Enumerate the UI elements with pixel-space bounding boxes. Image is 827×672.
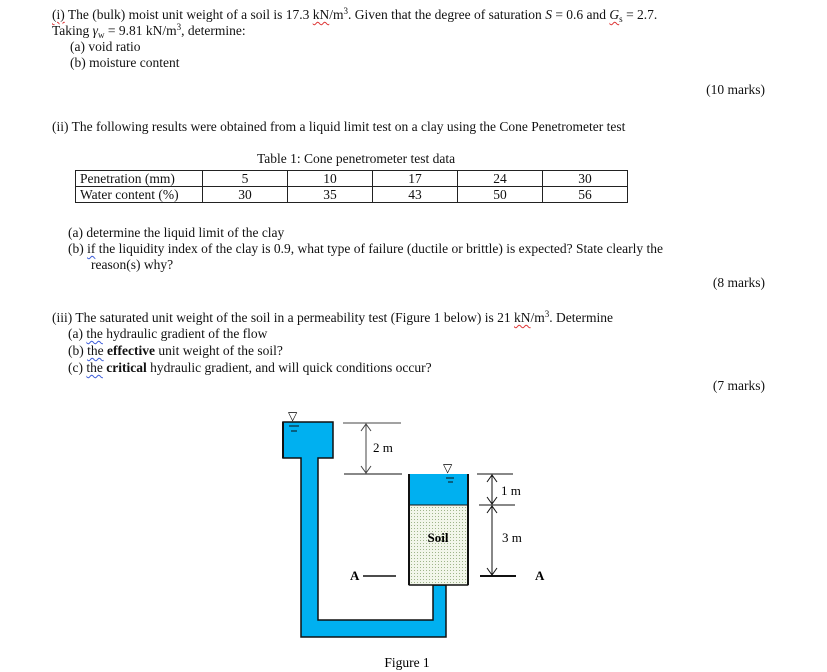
permeability-figure: ▽ Soil ▽ 2 m 1 m 3 m A A Figure 1: [282, 409, 545, 670]
soil-column: Soil: [408, 474, 469, 586]
water-above-soil: [409, 474, 468, 505]
dim-label-1m: 1 m: [501, 483, 521, 498]
soil-sample: [408, 504, 469, 586]
figure-caption: Figure 1: [384, 655, 429, 670]
soil-label: Soil: [428, 530, 449, 545]
dim-label-2m: 2 m: [373, 440, 393, 455]
water-level-icon: ▽: [288, 409, 298, 423]
datum-label-right: A: [535, 568, 545, 583]
water-level-icon: ▽: [443, 461, 453, 475]
datum-label-left: A: [350, 568, 360, 583]
dim-label-3m: 3 m: [502, 530, 522, 545]
